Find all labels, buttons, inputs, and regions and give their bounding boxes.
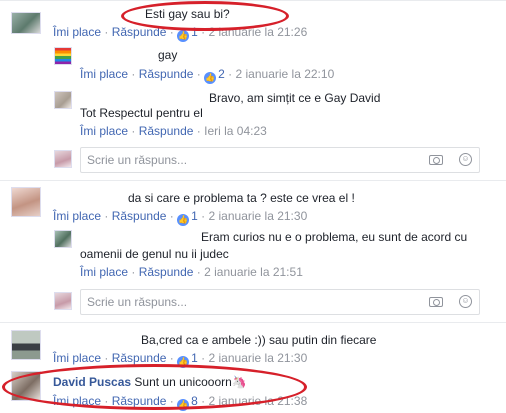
unicorn-emoji: 🦄 <box>231 375 247 389</box>
like-link[interactable]: Îmi place <box>53 394 101 408</box>
avatar[interactable] <box>11 187 41 217</box>
avatar <box>54 292 72 310</box>
avatar[interactable] <box>11 330 41 360</box>
like-thumb-icon: 👍 <box>204 72 217 84</box>
camera-icon[interactable] <box>429 155 443 165</box>
avatar[interactable] <box>54 91 72 109</box>
comment-text: Esti gay sau bi? <box>145 7 230 21</box>
reply-link[interactable]: Răspunde <box>112 394 167 408</box>
reply-link[interactable]: Răspunde <box>139 265 194 279</box>
like-count[interactable]: 8 <box>191 394 198 408</box>
comment-actions: Îmi place · Răspunde · Ieri la 04:23 <box>80 124 267 138</box>
comment-actions: Îmi place · Răspunde · 👍 1 · 2 ianuarie l… <box>53 25 308 42</box>
like-link[interactable]: Îmi place <box>53 25 101 39</box>
like-link[interactable]: Îmi place <box>53 351 101 365</box>
camera-icon[interactable] <box>429 297 443 307</box>
comment-actions: Îmi place · Răspunde · 2 ianuarie la 21:… <box>80 265 303 279</box>
author-name[interactable]: David Puscas <box>53 375 131 389</box>
timestamp[interactable]: 2 ianuarie la 21:38 <box>209 394 308 408</box>
comment-text: Bravo, am simțit ce e Gay David <box>209 91 381 105</box>
comment-actions: Îmi place · Răspunde · 👍 1 · 2 ianuarie l… <box>53 351 308 368</box>
like-count[interactable]: 1 <box>191 209 198 223</box>
comment-actions: Îmi place · Răspunde · 👍 1 · 2 ianuarie l… <box>53 209 308 226</box>
comment-text-line2: Tot Respectul pentru el <box>80 106 203 120</box>
comment-actions: Îmi place · Răspunde · 👍 2 · 2 ianuarie l… <box>80 67 335 84</box>
avatar[interactable] <box>54 47 72 65</box>
reply-link[interactable]: Răspunde <box>139 124 194 138</box>
comment-text-line2: oamenii de genul nu ii judec <box>80 247 229 261</box>
timestamp[interactable]: 2 ianuarie la 21:26 <box>209 25 308 39</box>
comment-text: Eram curios nu e o problema, eu sunt de … <box>201 230 468 244</box>
avatar[interactable] <box>11 12 41 34</box>
reply-box[interactable]: ☺ <box>80 147 480 173</box>
like-thumb-icon: 👍 <box>177 30 190 42</box>
emoji-icon[interactable]: ☺ <box>459 295 472 308</box>
like-link[interactable]: Îmi place <box>53 209 101 223</box>
like-thumb-icon: 👍 <box>177 356 190 368</box>
reply-input[interactable] <box>87 152 337 168</box>
comment-text: Sunt un unicooorn <box>134 375 232 389</box>
like-link[interactable]: Îmi place <box>80 265 128 279</box>
timestamp[interactable]: 2 ianuarie la 21:51 <box>204 265 303 279</box>
timestamp[interactable]: 2 ianuarie la 22:10 <box>236 67 335 81</box>
reply-input[interactable] <box>87 294 337 310</box>
avatar[interactable] <box>11 371 41 401</box>
reply-link[interactable]: Răspunde <box>112 351 167 365</box>
like-thumb-icon: 👍 <box>177 214 190 226</box>
avatar <box>54 150 72 168</box>
comment-body: David Puscas Sunt un unicooorn🦄 <box>53 375 247 390</box>
reply-link[interactable]: Răspunde <box>112 209 167 223</box>
avatar[interactable] <box>54 230 72 248</box>
reply-link[interactable]: Răspunde <box>112 25 167 39</box>
like-count[interactable]: 2 <box>218 67 225 81</box>
like-link[interactable]: Îmi place <box>80 67 128 81</box>
timestamp[interactable]: 2 ianuarie la 21:30 <box>209 351 308 365</box>
timestamp[interactable]: Ieri la 04:23 <box>204 124 267 138</box>
like-thumb-icon: 👍 <box>177 399 190 411</box>
like-count[interactable]: 1 <box>191 351 198 365</box>
like-count[interactable]: 1 <box>191 25 198 39</box>
timestamp[interactable]: 2 ianuarie la 21:30 <box>209 209 308 223</box>
reply-link[interactable]: Răspunde <box>139 67 194 81</box>
comment-text: gay <box>158 48 178 62</box>
like-link[interactable]: Îmi place <box>80 124 128 138</box>
comment-text: Ba,cred ca e ambele :)) sau putin din fi… <box>141 333 377 347</box>
emoji-icon[interactable]: ☺ <box>459 153 472 166</box>
comment-actions: Îmi place · Răspunde · 👍 8 · 2 ianuarie l… <box>53 394 308 411</box>
comment-text: da si care e problema ta ? este ce vrea … <box>128 191 355 205</box>
reply-box[interactable]: ☺ <box>80 289 480 315</box>
